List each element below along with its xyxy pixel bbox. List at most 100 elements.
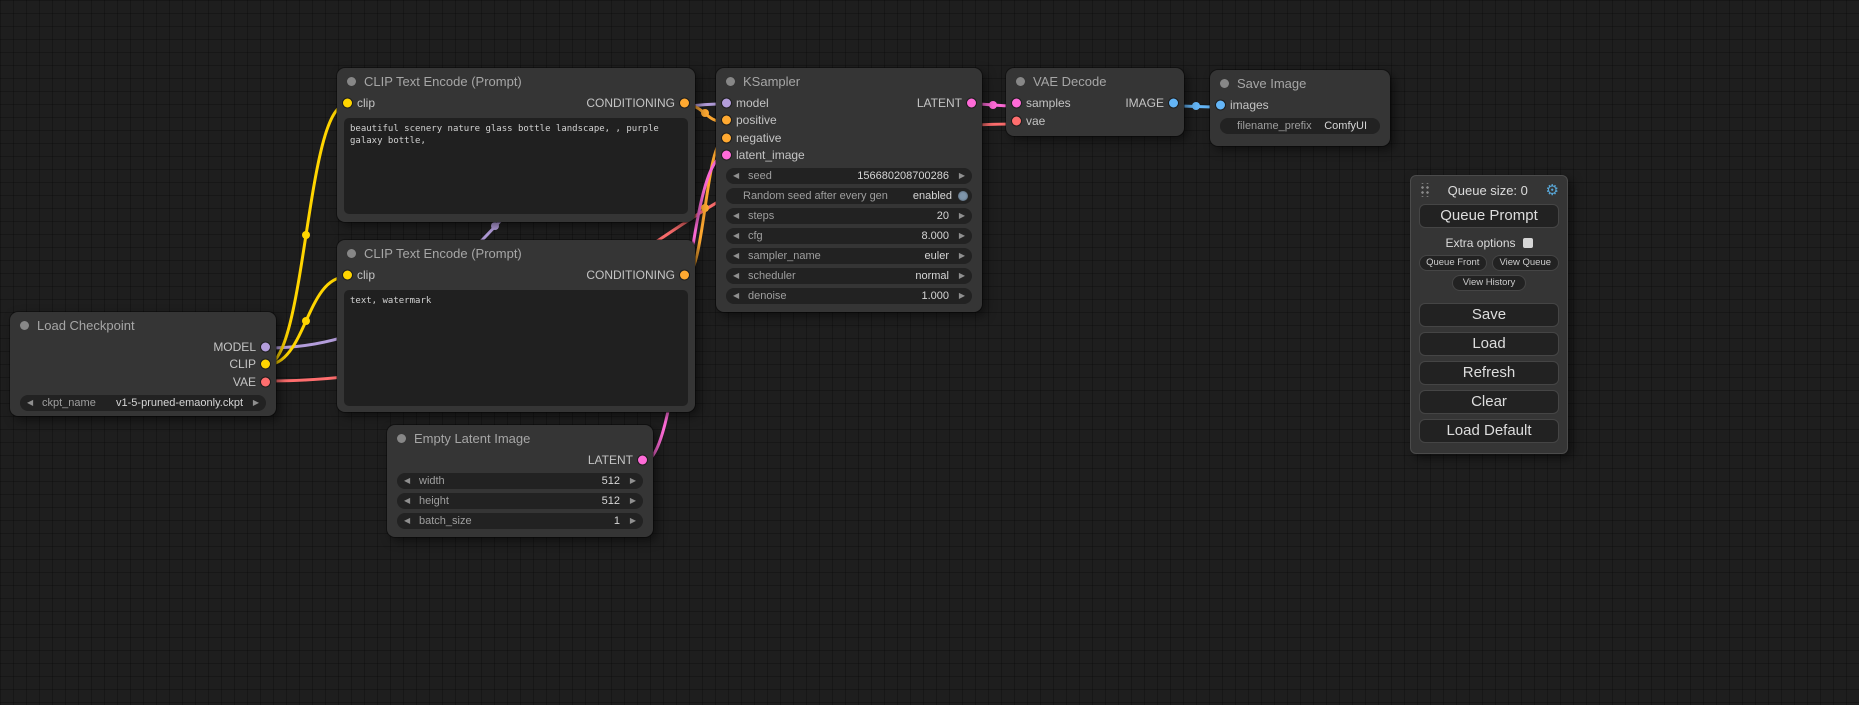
load-default-button[interactable]: Load Default <box>1419 419 1559 443</box>
decrement-arrow-icon[interactable]: ◀ <box>733 208 743 224</box>
clip-input-dot[interactable] <box>343 270 352 279</box>
prompt-textarea[interactable]: beautiful scenery nature glass bottle la… <box>344 118 688 214</box>
widget-steps[interactable]: ◀ steps 20 ▶ <box>726 208 972 224</box>
model-input-dot[interactable] <box>722 98 731 107</box>
widget-sampler-name[interactable]: ◀ sampler_name euler ▶ <box>726 248 972 264</box>
node-ksampler[interactable]: KSampler model positive negative latent_… <box>716 68 982 312</box>
input-slot-label: clip <box>357 268 375 282</box>
widget-random-seed[interactable]: Random seed after every gen enabled <box>726 188 972 204</box>
queue-front-button[interactable]: Queue Front <box>1419 255 1487 271</box>
load-button[interactable]: Load <box>1419 332 1559 356</box>
widget-seed[interactable]: ◀ seed 156680208700286 ▶ <box>726 168 972 184</box>
node-header[interactable]: KSampler <box>716 68 982 94</box>
decrement-arrow-icon[interactable]: ◀ <box>404 493 414 509</box>
node-clip-text-encode-positive[interactable]: CLIP Text Encode (Prompt) clip CONDITION… <box>337 68 695 222</box>
prompt-textarea[interactable]: text, watermark <box>344 290 688 406</box>
link-midpoint-dot <box>1192 102 1200 110</box>
node-title: KSampler <box>743 74 800 89</box>
increment-arrow-icon[interactable]: ▶ <box>955 168 965 184</box>
input-slot-positive: positive <box>716 112 982 130</box>
output-slot-label: CLIP <box>229 357 256 371</box>
negative-input-dot[interactable] <box>722 133 731 142</box>
node-load-checkpoint[interactable]: Load Checkpoint MODEL CLIP VAE ◀ ckpt_na… <box>10 312 276 416</box>
queue-prompt-button[interactable]: Queue Prompt <box>1419 204 1559 228</box>
conditioning-output-dot[interactable] <box>680 98 689 107</box>
model-output-dot[interactable] <box>261 342 270 351</box>
graph-canvas[interactable]: { "icons": { "left_arrow": "◀", "right_a… <box>0 0 1859 705</box>
increment-arrow-icon[interactable]: ▶ <box>626 473 636 489</box>
output-slot-label: LATENT <box>588 453 633 467</box>
increment-arrow-icon[interactable]: ▶ <box>249 395 259 411</box>
increment-arrow-icon[interactable]: ▶ <box>955 268 965 284</box>
decrement-arrow-icon[interactable]: ◀ <box>733 228 743 244</box>
node-header[interactable]: VAE Decode <box>1006 68 1184 94</box>
node-vae-decode[interactable]: VAE Decode samples IMAGE vae <box>1006 68 1184 136</box>
collapse-dot-icon[interactable] <box>20 321 29 330</box>
decrement-arrow-icon[interactable]: ◀ <box>733 288 743 304</box>
widget-scheduler[interactable]: ◀ scheduler normal ▶ <box>726 268 972 284</box>
increment-arrow-icon[interactable]: ▶ <box>955 228 965 244</box>
node-header[interactable]: Load Checkpoint <box>10 312 276 338</box>
output-slot-vae: VAE <box>10 373 276 391</box>
images-input-dot[interactable] <box>1216 100 1225 109</box>
collapse-dot-icon[interactable] <box>726 77 735 86</box>
widget-label: width <box>419 475 602 487</box>
latent-output-dot[interactable] <box>967 98 976 107</box>
widget-value: 8.000 <box>921 230 949 242</box>
increment-arrow-icon[interactable]: ▶ <box>626 513 636 529</box>
node-header[interactable]: Empty Latent Image <box>387 425 653 451</box>
collapse-dot-icon[interactable] <box>397 434 406 443</box>
collapse-dot-icon[interactable] <box>1220 79 1229 88</box>
collapse-dot-icon[interactable] <box>1016 77 1025 86</box>
collapse-dot-icon[interactable] <box>347 249 356 258</box>
node-header[interactable]: CLIP Text Encode (Prompt) <box>337 68 695 94</box>
clear-button[interactable]: Clear <box>1419 390 1559 414</box>
decrement-arrow-icon[interactable]: ◀ <box>404 473 414 489</box>
widget-batch-size[interactable]: ◀ batch_size 1 ▶ <box>397 513 643 529</box>
decrement-arrow-icon[interactable]: ◀ <box>733 248 743 264</box>
refresh-button[interactable]: Refresh <box>1419 361 1559 385</box>
decrement-arrow-icon[interactable]: ◀ <box>733 268 743 284</box>
widget-ckpt-name[interactable]: ◀ ckpt_name v1-5-pruned-emaonly.ckpt ▶ <box>20 395 266 411</box>
node-clip-text-encode-negative[interactable]: CLIP Text Encode (Prompt) clip CONDITION… <box>337 240 695 412</box>
node-header[interactable]: Save Image <box>1210 70 1390 96</box>
node-empty-latent-image[interactable]: Empty Latent Image LATENT ◀ width 512 ▶ … <box>387 425 653 537</box>
decrement-arrow-icon[interactable]: ◀ <box>733 168 743 184</box>
vae-input-dot[interactable] <box>1012 117 1021 126</box>
widget-width[interactable]: ◀ width 512 ▶ <box>397 473 643 489</box>
latent-output-dot[interactable] <box>638 455 647 464</box>
save-button[interactable]: Save <box>1419 303 1559 327</box>
drag-handle-icon[interactable] <box>1419 183 1430 197</box>
clip-input-dot[interactable] <box>343 98 352 107</box>
increment-arrow-icon[interactable]: ▶ <box>955 208 965 224</box>
image-output-dot[interactable] <box>1169 99 1178 108</box>
view-queue-button[interactable]: View Queue <box>1492 255 1560 271</box>
queue-menu-header: Queue size: 0 ⚙ <box>1419 181 1559 199</box>
widget-filename-prefix[interactable]: filename_prefix ComfyUI <box>1220 118 1380 134</box>
input-slot-label: samples <box>1026 96 1071 110</box>
clip-output-dot[interactable] <box>261 360 270 369</box>
widget-denoise[interactable]: ◀ denoise 1.000 ▶ <box>726 288 972 304</box>
conditioning-output-dot[interactable] <box>680 270 689 279</box>
view-history-button[interactable]: View History <box>1452 275 1526 291</box>
output-slot-label: MODEL <box>213 340 256 354</box>
toggle-knob-icon[interactable] <box>958 191 968 201</box>
link-midpoint-dot <box>701 204 709 212</box>
node-header[interactable]: CLIP Text Encode (Prompt) <box>337 240 695 266</box>
decrement-arrow-icon[interactable]: ◀ <box>27 395 37 411</box>
settings-gear-icon[interactable]: ⚙ <box>1546 183 1559 198</box>
extra-options-checkbox[interactable] <box>1523 238 1533 248</box>
widget-cfg[interactable]: ◀ cfg 8.000 ▶ <box>726 228 972 244</box>
node-title: CLIP Text Encode (Prompt) <box>364 74 522 89</box>
widget-height[interactable]: ◀ height 512 ▶ <box>397 493 643 509</box>
increment-arrow-icon[interactable]: ▶ <box>955 288 965 304</box>
vae-output-dot[interactable] <box>261 377 270 386</box>
node-save-image[interactable]: Save Image images filename_prefix ComfyU… <box>1210 70 1390 146</box>
collapse-dot-icon[interactable] <box>347 77 356 86</box>
positive-input-dot[interactable] <box>722 116 731 125</box>
latent-image-input-dot[interactable] <box>722 151 731 160</box>
decrement-arrow-icon[interactable]: ◀ <box>404 513 414 529</box>
increment-arrow-icon[interactable]: ▶ <box>955 248 965 264</box>
samples-input-dot[interactable] <box>1012 99 1021 108</box>
increment-arrow-icon[interactable]: ▶ <box>626 493 636 509</box>
